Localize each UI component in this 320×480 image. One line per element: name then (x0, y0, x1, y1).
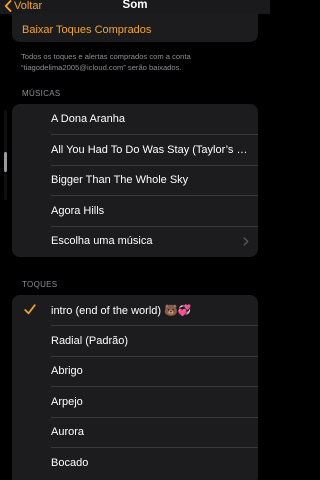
scroll-indicator[interactable] (4, 152, 7, 172)
tone-item-label: Radial (Padrão) (51, 334, 129, 347)
music-item-label: Agora Hills (51, 204, 105, 217)
tone-item-selected[interactable]: intro (end of the world) 🐻💞 (12, 295, 258, 326)
checkmark-icon (24, 304, 36, 315)
download-footnote: Todos os toques e alertas comprados com … (21, 52, 191, 72)
tone-item[interactable]: Aurora (12, 417, 258, 448)
choose-song-row[interactable]: Escolha uma música (12, 226, 258, 257)
music-item-label: Bigger Than The Whole Sky (51, 174, 189, 187)
tone-item-label: Abrigo (51, 365, 83, 378)
music-item[interactable]: All You Had To Do Was Stay (Taylor’s Ver… (12, 135, 258, 165)
tone-item-label: Bocado (51, 456, 89, 469)
tones-list: intro (end of the world) 🐻💞 Radial (Padr… (12, 295, 258, 480)
chevron-right-icon (243, 237, 249, 246)
tone-item[interactable]: Arpejo (12, 387, 258, 417)
music-item[interactable]: Agora Hills (12, 196, 258, 226)
music-item-label: A Dona Aranha (51, 113, 126, 126)
tones-section-header: TOQUES (22, 280, 58, 289)
choose-song-label: Escolha uma música (51, 235, 153, 248)
tone-item[interactable]: Bocado (12, 448, 258, 479)
tone-item[interactable]: Abrigo (12, 356, 258, 387)
navigation-bar: Voltar Som (0, 0, 270, 14)
download-purchased-card[interactable]: Baixar Toques Comprados (12, 14, 258, 42)
tone-item-label: Aurora (51, 426, 85, 439)
tone-item-label: intro (end of the world) 🐻💞 (51, 304, 192, 317)
music-section-header: MÚSICAS (22, 89, 61, 98)
music-list: A Dona Aranha All You Had To Do Was Stay… (12, 104, 258, 257)
page-title: Som (122, 0, 148, 11)
sound-settings-screen: Voltar Som Baixar Toques Comprados Todos… (0, 0, 270, 480)
tone-item-label: Arpejo (51, 395, 83, 408)
music-item-label: All You Had To Do Was Stay (Taylor’s Ver… (51, 143, 250, 156)
music-item[interactable]: Bigger Than The Whole Sky (12, 165, 258, 196)
download-purchased-button[interactable]: Baixar Toques Comprados (22, 24, 151, 36)
music-item[interactable]: A Dona Aranha (12, 104, 258, 135)
tone-item[interactable]: Radial (Padrão) (12, 326, 258, 356)
